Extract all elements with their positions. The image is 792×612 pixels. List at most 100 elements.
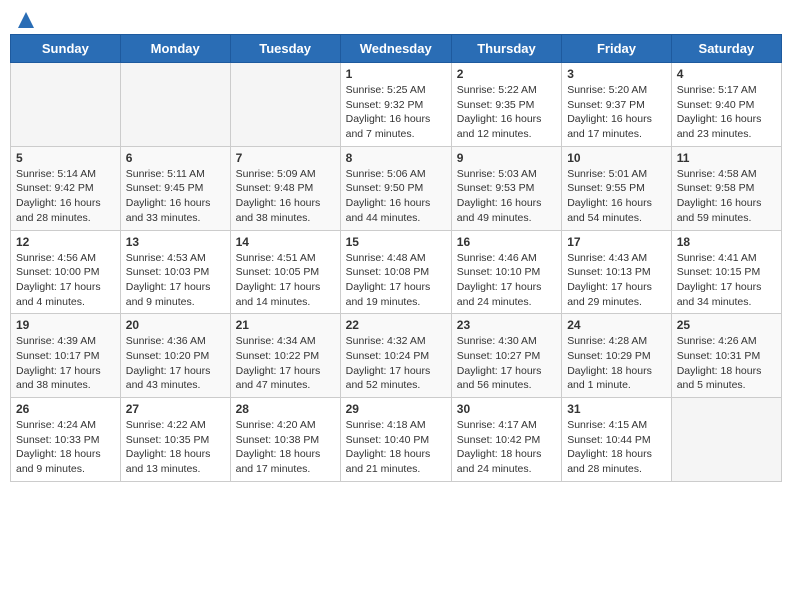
day-number: 16 <box>457 235 556 249</box>
calendar-day-cell: 16 Sunrise: 4:46 AM Sunset: 10:10 PM Dayl… <box>451 230 561 314</box>
day-info: Sunrise: 5:11 AM Sunset: 9:45 PM Dayligh… <box>126 167 225 226</box>
day-number: 3 <box>567 67 666 81</box>
calendar-week-row: 26 Sunrise: 4:24 AM Sunset: 10:33 PM Dayl… <box>11 398 782 482</box>
day-number: 28 <box>236 402 335 416</box>
calendar-day-cell: 15 Sunrise: 4:48 AM Sunset: 10:08 PM Dayl… <box>340 230 451 314</box>
day-info: Sunrise: 4:28 AM Sunset: 10:29 PM Daylig… <box>567 334 666 393</box>
calendar-day-cell <box>120 63 230 147</box>
calendar-day-cell: 4 Sunrise: 5:17 AM Sunset: 9:40 PM Daylig… <box>671 63 781 147</box>
day-info: Sunrise: 4:32 AM Sunset: 10:24 PM Daylig… <box>346 334 446 393</box>
day-number: 8 <box>346 151 446 165</box>
day-info: Sunrise: 4:53 AM Sunset: 10:03 PM Daylig… <box>126 251 225 310</box>
day-number: 9 <box>457 151 556 165</box>
day-info: Sunrise: 4:58 AM Sunset: 9:58 PM Dayligh… <box>677 167 776 226</box>
day-of-week-header: Thursday <box>451 35 561 63</box>
day-number: 17 <box>567 235 666 249</box>
day-number: 21 <box>236 318 335 332</box>
calendar-day-cell: 8 Sunrise: 5:06 AM Sunset: 9:50 PM Daylig… <box>340 146 451 230</box>
day-number: 18 <box>677 235 776 249</box>
day-info: Sunrise: 4:18 AM Sunset: 10:40 PM Daylig… <box>346 418 446 477</box>
day-info: Sunrise: 4:48 AM Sunset: 10:08 PM Daylig… <box>346 251 446 310</box>
logo <box>14 10 36 26</box>
day-info: Sunrise: 5:06 AM Sunset: 9:50 PM Dayligh… <box>346 167 446 226</box>
day-of-week-header: Friday <box>562 35 672 63</box>
day-info: Sunrise: 4:36 AM Sunset: 10:20 PM Daylig… <box>126 334 225 393</box>
day-info: Sunrise: 4:15 AM Sunset: 10:44 PM Daylig… <box>567 418 666 477</box>
calendar-table: SundayMondayTuesdayWednesdayThursdayFrid… <box>10 34 782 482</box>
calendar-day-cell: 25Sunrise: 4:26 AM Sunset: 10:31 PM Dayl… <box>671 314 781 398</box>
day-info: Sunrise: 4:51 AM Sunset: 10:05 PM Daylig… <box>236 251 335 310</box>
day-info: Sunrise: 4:43 AM Sunset: 10:13 PM Daylig… <box>567 251 666 310</box>
day-number: 4 <box>677 67 776 81</box>
calendar-day-cell: 24 Sunrise: 4:28 AM Sunset: 10:29 PM Dayl… <box>562 314 672 398</box>
day-number: 26 <box>16 402 115 416</box>
day-info: Sunrise: 4:46 AM Sunset: 10:10 PM Daylig… <box>457 251 556 310</box>
day-number: 12 <box>16 235 115 249</box>
day-number: 24 <box>567 318 666 332</box>
day-info: Sunrise: 5:17 AM Sunset: 9:40 PM Dayligh… <box>677 83 776 142</box>
day-info: Sunrise: 4:22 AM Sunset: 10:35 PM Daylig… <box>126 418 225 477</box>
day-number: 7 <box>236 151 335 165</box>
calendar-day-cell <box>230 63 340 147</box>
day-number: 23 <box>457 318 556 332</box>
calendar-day-cell: 9 Sunrise: 5:03 AM Sunset: 9:53 PM Daylig… <box>451 146 561 230</box>
day-number: 13 <box>126 235 225 249</box>
day-number: 30 <box>457 402 556 416</box>
day-of-week-header: Monday <box>120 35 230 63</box>
day-info: Sunrise: 4:39 AM Sunset: 10:17 PM Daylig… <box>16 334 115 393</box>
calendar-day-cell: 2 Sunrise: 5:22 AM Sunset: 9:35 PM Daylig… <box>451 63 561 147</box>
day-info: Sunrise: 4:24 AM Sunset: 10:33 PM Daylig… <box>16 418 115 477</box>
calendar-header-row: SundayMondayTuesdayWednesdayThursdayFrid… <box>11 35 782 63</box>
day-number: 22 <box>346 318 446 332</box>
day-of-week-header: Saturday <box>671 35 781 63</box>
day-number: 14 <box>236 235 335 249</box>
day-info: Sunrise: 5:09 AM Sunset: 9:48 PM Dayligh… <box>236 167 335 226</box>
day-info: Sunrise: 4:41 AM Sunset: 10:15 PM Daylig… <box>677 251 776 310</box>
day-number: 31 <box>567 402 666 416</box>
day-number: 15 <box>346 235 446 249</box>
day-number: 6 <box>126 151 225 165</box>
day-number: 11 <box>677 151 776 165</box>
calendar-day-cell: 29Sunrise: 4:18 AM Sunset: 10:40 PM Dayl… <box>340 398 451 482</box>
calendar-day-cell: 19 Sunrise: 4:39 AM Sunset: 10:17 PM Dayl… <box>11 314 121 398</box>
calendar-day-cell: 12 Sunrise: 4:56 AM Sunset: 10:00 PM Dayl… <box>11 230 121 314</box>
day-info: Sunrise: 4:17 AM Sunset: 10:42 PM Daylig… <box>457 418 556 477</box>
calendar-day-cell: 14 Sunrise: 4:51 AM Sunset: 10:05 PM Dayl… <box>230 230 340 314</box>
day-of-week-header: Wednesday <box>340 35 451 63</box>
calendar-week-row: 12 Sunrise: 4:56 AM Sunset: 10:00 PM Dayl… <box>11 230 782 314</box>
calendar-day-cell: 21Sunrise: 4:34 AM Sunset: 10:22 PM Dayl… <box>230 314 340 398</box>
day-of-week-header: Tuesday <box>230 35 340 63</box>
day-number: 10 <box>567 151 666 165</box>
calendar-day-cell: 28 Sunrise: 4:20 AM Sunset: 10:38 PM Dayl… <box>230 398 340 482</box>
day-number: 2 <box>457 67 556 81</box>
day-info: Sunrise: 5:25 AM Sunset: 9:32 PM Dayligh… <box>346 83 446 142</box>
day-number: 20 <box>126 318 225 332</box>
day-info: Sunrise: 4:26 AM Sunset: 10:31 PM Daylig… <box>677 334 776 393</box>
calendar-day-cell: 26 Sunrise: 4:24 AM Sunset: 10:33 PM Dayl… <box>11 398 121 482</box>
calendar-week-row: 5 Sunrise: 5:14 AM Sunset: 9:42 PM Daylig… <box>11 146 782 230</box>
day-info: Sunrise: 4:30 AM Sunset: 10:27 PM Daylig… <box>457 334 556 393</box>
day-number: 27 <box>126 402 225 416</box>
day-number: 19 <box>16 318 115 332</box>
calendar-day-cell: 22 Sunrise: 4:32 AM Sunset: 10:24 PM Dayl… <box>340 314 451 398</box>
day-number: 1 <box>346 67 446 81</box>
calendar-week-row: 1 Sunrise: 5:25 AM Sunset: 9:32 PM Daylig… <box>11 63 782 147</box>
calendar-day-cell: 5 Sunrise: 5:14 AM Sunset: 9:42 PM Daylig… <box>11 146 121 230</box>
day-info: Sunrise: 5:14 AM Sunset: 9:42 PM Dayligh… <box>16 167 115 226</box>
day-info: Sunrise: 4:56 AM Sunset: 10:00 PM Daylig… <box>16 251 115 310</box>
day-info: Sunrise: 5:20 AM Sunset: 9:37 PM Dayligh… <box>567 83 666 142</box>
calendar-day-cell <box>671 398 781 482</box>
calendar-week-row: 19 Sunrise: 4:39 AM Sunset: 10:17 PM Dayl… <box>11 314 782 398</box>
calendar-day-cell: 20 Sunrise: 4:36 AM Sunset: 10:20 PM Dayl… <box>120 314 230 398</box>
day-info: Sunrise: 4:20 AM Sunset: 10:38 PM Daylig… <box>236 418 335 477</box>
calendar-day-cell: 6 Sunrise: 5:11 AM Sunset: 9:45 PM Daylig… <box>120 146 230 230</box>
calendar-day-cell: 18 Sunrise: 4:41 AM Sunset: 10:15 PM Dayl… <box>671 230 781 314</box>
day-number: 5 <box>16 151 115 165</box>
day-info: Sunrise: 5:22 AM Sunset: 9:35 PM Dayligh… <box>457 83 556 142</box>
calendar-day-cell: 30 Sunrise: 4:17 AM Sunset: 10:42 PM Dayl… <box>451 398 561 482</box>
calendar-day-cell: 1 Sunrise: 5:25 AM Sunset: 9:32 PM Daylig… <box>340 63 451 147</box>
calendar-day-cell <box>11 63 121 147</box>
day-info: Sunrise: 5:03 AM Sunset: 9:53 PM Dayligh… <box>457 167 556 226</box>
calendar-day-cell: 31 Sunrise: 4:15 AM Sunset: 10:44 PM Dayl… <box>562 398 672 482</box>
calendar-day-cell: 7 Sunrise: 5:09 AM Sunset: 9:48 PM Daylig… <box>230 146 340 230</box>
